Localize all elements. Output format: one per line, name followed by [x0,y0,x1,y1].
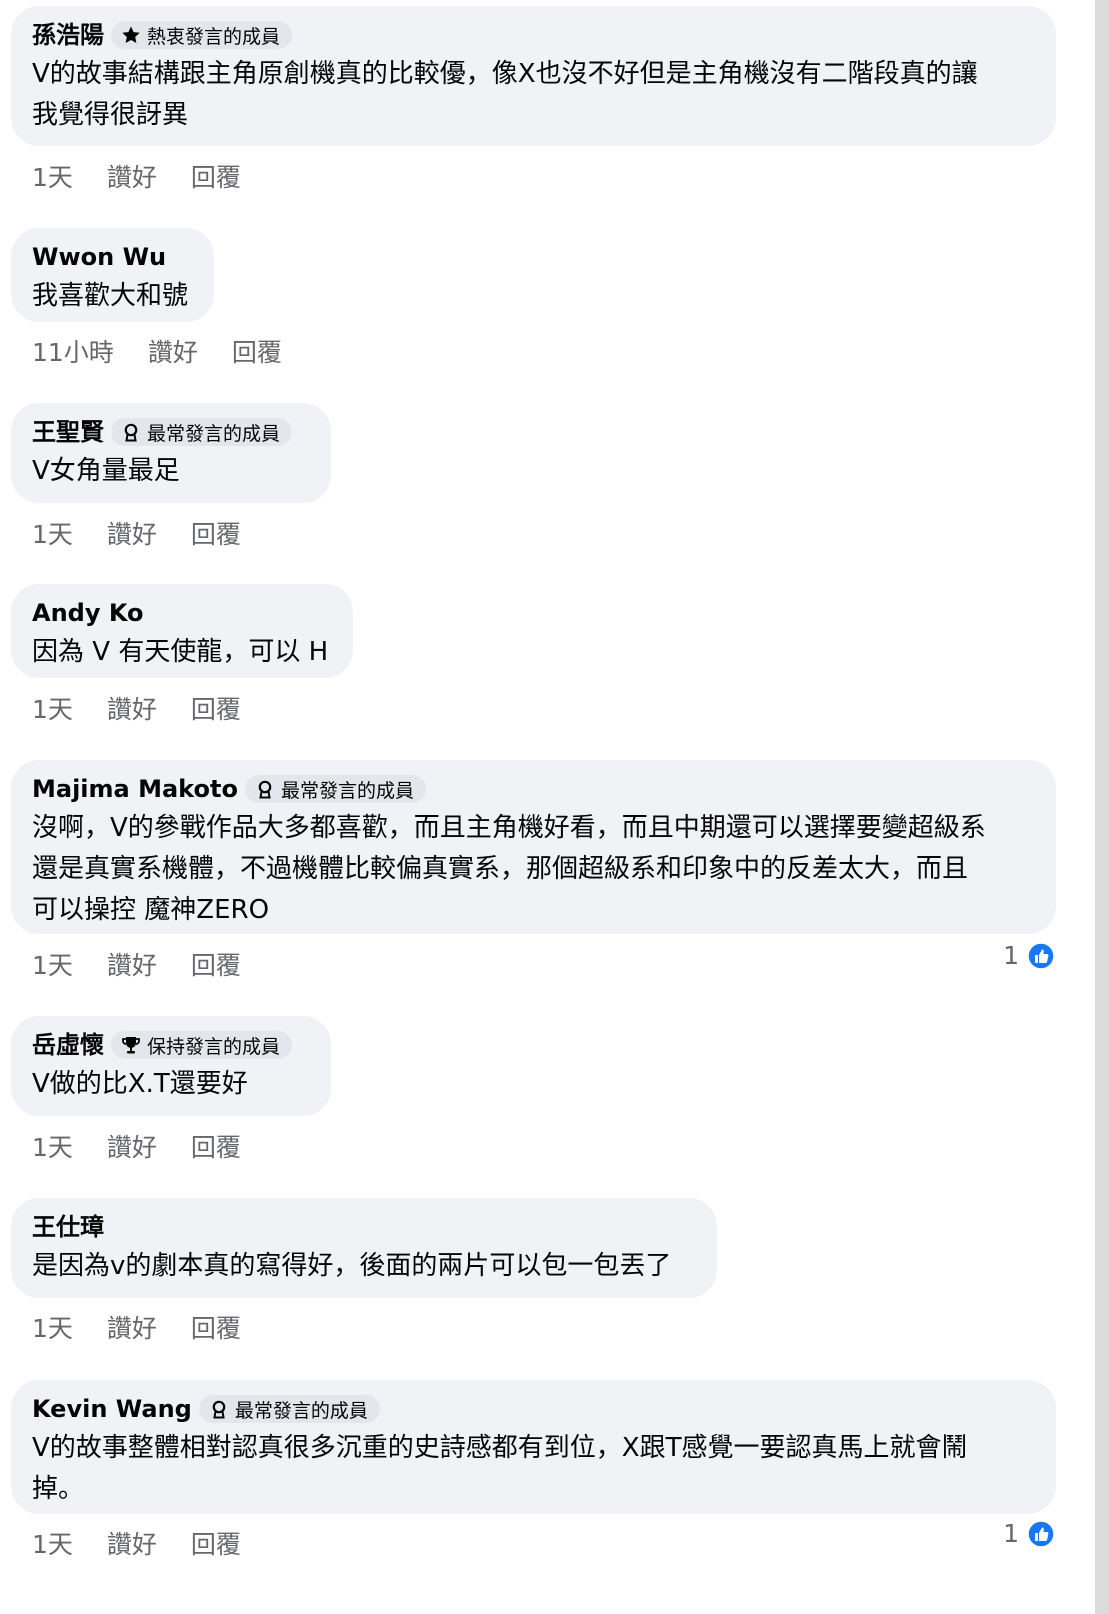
comment-author[interactable]: Andy Ko [32,596,144,630]
comment-author[interactable]: 孫浩陽 [32,18,104,52]
reaction-count[interactable]: 1 [1003,941,1055,970]
comment-text-line: 我喜歡大和號 [32,281,189,311]
comment-author[interactable]: Wwon Wu [32,240,166,274]
comment-text-line: 可以操控 魔神ZERO [32,895,270,925]
comment-timestamp[interactable]: 1天 [32,946,73,982]
comment-actions: 1天 讚好 回覆 [32,688,241,728]
comment-author[interactable]: 王聖賢 [32,415,104,449]
comment-timestamp[interactable]: 1天 [32,690,73,726]
comment-bubble: Andy Ko 因為 V 有天使龍，可以 H [11,584,353,678]
comment-author[interactable]: Kevin Wang [32,1392,192,1426]
reaction-count-number: 1 [1003,1519,1019,1548]
comment-timestamp[interactable]: 11小時 [32,333,114,369]
like-button[interactable]: 讚好 [107,158,157,194]
comment-bubble: Wwon Wu 我喜歡大和號 [11,228,214,322]
reply-button[interactable]: 回覆 [232,333,282,369]
comment-text: 因為 V 有天使龍，可以 H [32,632,331,673]
comment-actions: 1天 讚好 回覆 [32,944,241,984]
reaction-count[interactable]: 1 [1003,1519,1055,1548]
member-badge[interactable]: 保持發言的成員 [111,1031,293,1059]
award-icon [121,422,141,442]
like-button[interactable]: 讚好 [107,690,157,726]
comment-timestamp[interactable]: 1天 [32,515,73,551]
badge-label: 熱衷發言的成員 [147,25,281,48]
comment-actions: 1天 讚好 回覆 [32,1523,241,1563]
award-icon [209,1399,229,1419]
comment-text: 是因為v的劇本真的寫得好，後面的兩片可以包一包丟了 [32,1246,695,1287]
comment-actions: 1天 讚好 回覆 [32,513,241,553]
comment-text: V的故事結構跟主角原創機真的比較優，像X也沒不好但是主角機沒有二階段真的讓 我覺… [32,54,1034,136]
comment-text: 沒啊，V的參戰作品大多都喜歡，而且主角機好看，而且中期還可以選擇要變超級系 還是… [32,808,1034,931]
member-badge[interactable]: 最常發言的成員 [244,775,426,803]
comment-actions: 11小時 讚好 回覆 [32,331,282,371]
comment-bubble: 岳虛懷 保持發言的成員 V做的比X.T還要好 [11,1016,331,1116]
trophy-icon [121,1035,141,1055]
comment-text: 我喜歡大和號 [32,276,192,317]
like-button[interactable]: 讚好 [107,1309,157,1345]
comment-feed: 孫浩陽 熱衷發言的成員 V的故事結構跟主角原創機真的比較優，像X也沒不好但是主角… [0,0,1095,1614]
comment-author[interactable]: Majima Makoto [32,772,238,806]
badge-label: 最常發言的成員 [280,779,414,802]
comment-timestamp[interactable]: 1天 [32,1525,73,1561]
comment-actions: 1天 讚好 回覆 [32,1307,241,1347]
like-button[interactable]: 讚好 [107,946,157,982]
reply-button[interactable]: 回覆 [191,946,241,982]
comment-text-line: V的故事結構跟主角原創機真的比較優，像X也沒不好但是主角機沒有二階段真的讓 [32,59,978,89]
reply-button[interactable]: 回覆 [191,690,241,726]
reply-button[interactable]: 回覆 [191,158,241,194]
member-badge[interactable]: 最常發言的成員 [111,418,293,446]
comment-timestamp[interactable]: 1天 [32,1309,73,1345]
comment-actions: 1天 讚好 回覆 [32,1126,241,1166]
comment-bubble: Majima Makoto 最常發言的成員 沒啊，V的參戰作品大多都喜歡，而且主… [11,760,1056,934]
award-icon [255,779,275,799]
comment-bubble: Kevin Wang 最常發言的成員 V的故事整體相對認真很多沉重的史詩感都有到… [11,1380,1056,1514]
comment-bubble: 孫浩陽 熱衷發言的成員 V的故事結構跟主角原創機真的比較優，像X也沒不好但是主角… [11,6,1056,146]
comment-text: V女角量最足 [32,451,309,492]
comment-text-line: V的故事整體相對認真很多沉重的史詩感都有到位，X跟T感覺一要認真馬上就會鬧 [32,1433,968,1463]
badge-label: 保持發言的成員 [147,1035,281,1058]
member-badge[interactable]: 熱衷發言的成員 [111,21,293,49]
comment-text: V的故事整體相對認真很多沉重的史詩感都有到位，X跟T感覺一要認真馬上就會鬧 掉。 [32,1428,1034,1510]
like-reaction-icon [1027,941,1055,970]
like-button[interactable]: 讚好 [107,1128,157,1164]
reply-button[interactable]: 回覆 [191,515,241,551]
comment-text-line: 是因為v的劇本真的寫得好，後面的兩片可以包一包丟了 [32,1251,672,1281]
comment-bubble: 王仕璋 是因為v的劇本真的寫得好，後面的兩片可以包一包丟了 [11,1198,717,1298]
comment-actions: 1天 讚好 回覆 [32,156,241,196]
like-button[interactable]: 讚好 [107,515,157,551]
scrollbar-track[interactable] [1095,0,1109,1614]
comment-text-line: 沒啊，V的參戰作品大多都喜歡，而且主角機好看，而且中期還可以選擇要變超級系 [32,813,986,843]
comment-text-line: 我覺得很訝異 [32,100,189,130]
comment-timestamp[interactable]: 1天 [32,158,73,194]
comment-text-line: V女角量最足 [32,456,180,486]
comment-timestamp[interactable]: 1天 [32,1128,73,1164]
member-badge[interactable]: 最常發言的成員 [198,1395,380,1423]
comment-author[interactable]: 岳虛懷 [32,1028,104,1062]
star-icon [121,25,141,45]
badge-label: 最常發言的成員 [234,1399,368,1422]
comment-author[interactable]: 王仕璋 [32,1210,104,1244]
reply-button[interactable]: 回覆 [191,1525,241,1561]
like-button[interactable]: 讚好 [148,333,198,369]
badge-label: 最常發言的成員 [147,422,281,445]
comment-bubble: 王聖賢 最常發言的成員 V女角量最足 [11,403,331,503]
comment-text: V做的比X.T還要好 [32,1064,309,1105]
comment-text-line: 掉。 [32,1474,85,1504]
like-button[interactable]: 讚好 [107,1525,157,1561]
comment-text-line: 還是真實系機體，不過機體比較偏真實系，那個超級系和印象中的反差太大，而且 [32,854,969,884]
like-reaction-icon [1027,1519,1055,1548]
reply-button[interactable]: 回覆 [191,1309,241,1345]
reaction-count-number: 1 [1003,941,1019,970]
comment-text-line: 因為 V 有天使龍，可以 H [32,637,329,667]
comment-text-line: V做的比X.T還要好 [32,1069,248,1099]
reply-button[interactable]: 回覆 [191,1128,241,1164]
